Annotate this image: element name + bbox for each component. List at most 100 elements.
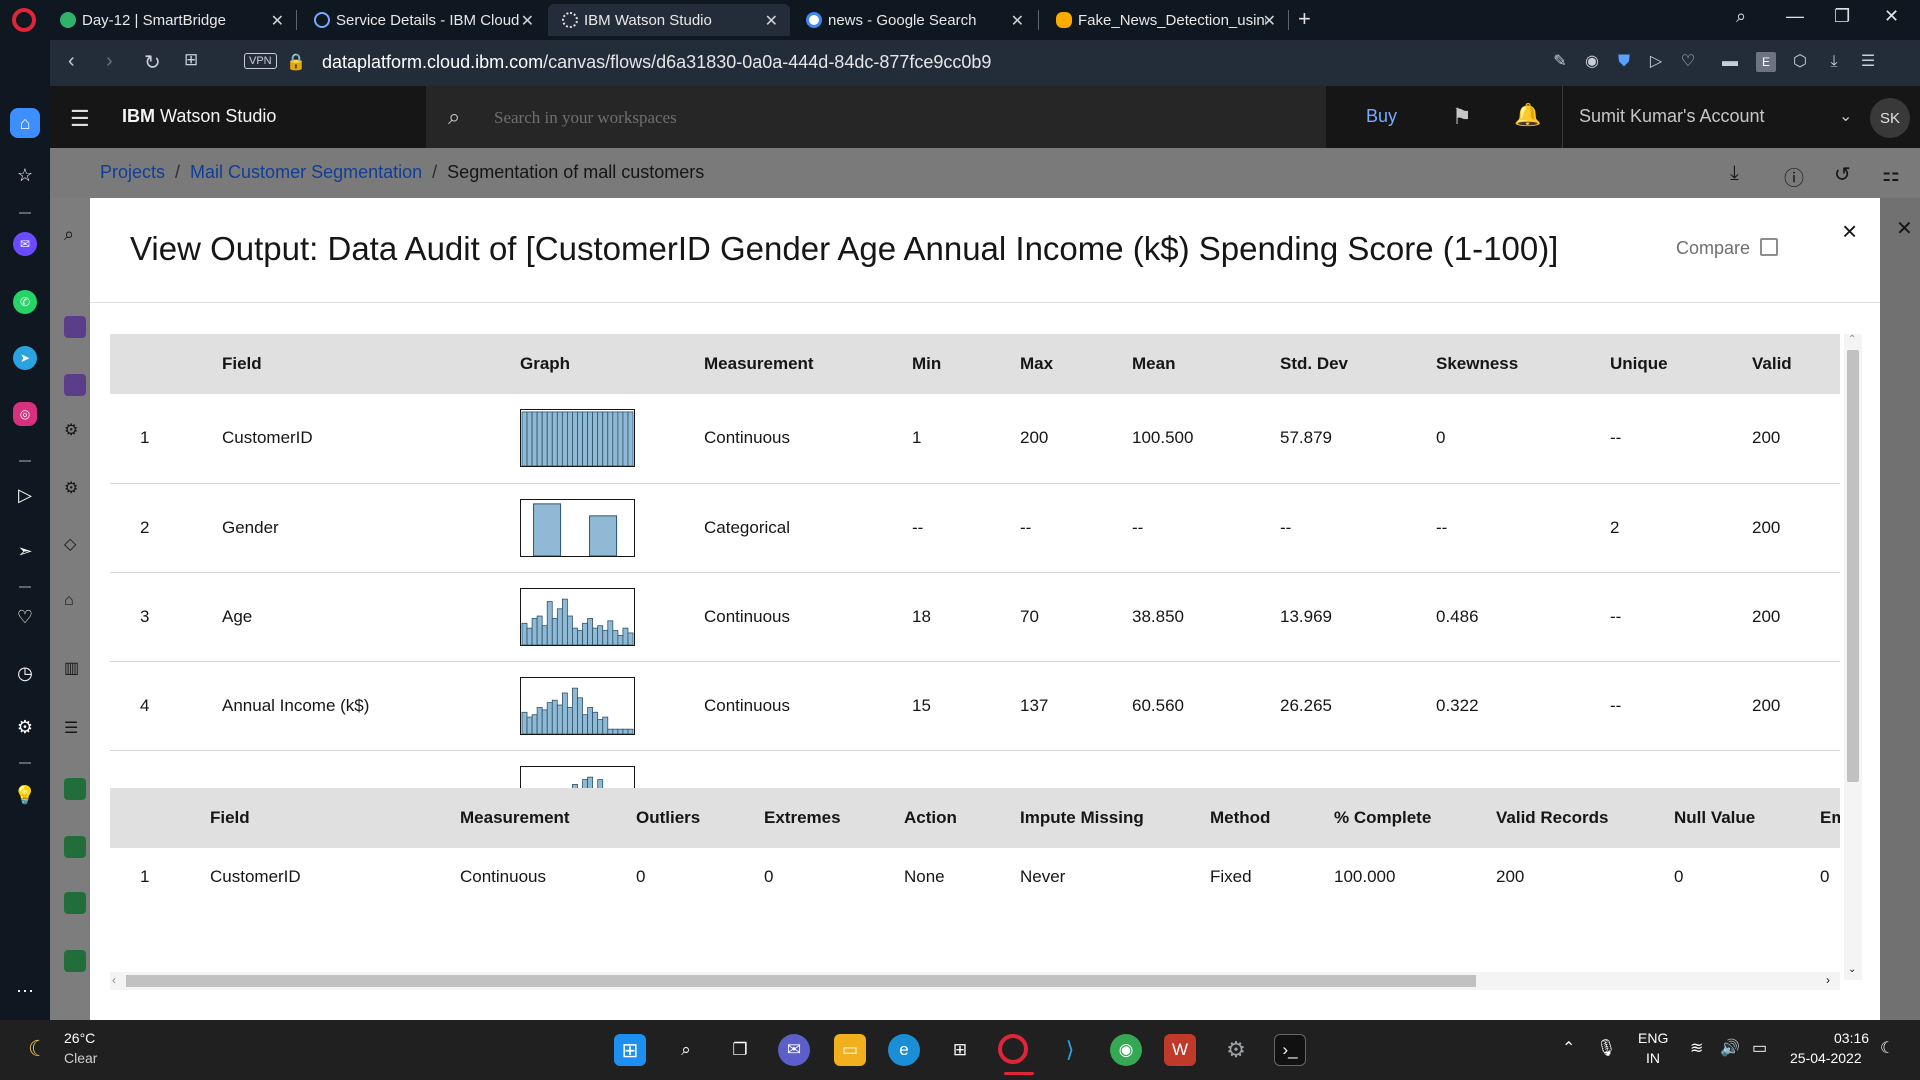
close-window-icon[interactable]: ✕ [1884, 6, 1899, 27]
distribution-histogram[interactable] [520, 587, 635, 646]
quality-method[interactable]: Fixed [1210, 848, 1334, 906]
modal-close-button[interactable]: × [1842, 216, 1857, 247]
tab-ibm-cloud[interactable]: Service Details - IBM Cloud ✕ [300, 4, 546, 36]
horizontal-scroll-thumb[interactable] [126, 975, 1476, 987]
distribution-histogram[interactable] [520, 676, 635, 735]
info-icon[interactable]: ⓘ [1784, 162, 1804, 191]
vertical-scrollbar[interactable]: ⌃ ⌄ [1844, 334, 1862, 980]
settings-gear-icon[interactable]: ⚙ [1220, 1034, 1252, 1066]
lock-icon[interactable]: 🔒 [286, 52, 306, 72]
close-tab-icon[interactable]: ✕ [1011, 11, 1024, 31]
url-field[interactable]: dataplatform.cloud.ibm.com/canvas/flows/… [322, 52, 991, 73]
messenger-icon[interactable]: ✉ [13, 232, 37, 256]
heart-icon[interactable]: ♡ [1678, 52, 1698, 72]
node-icon[interactable] [64, 316, 86, 338]
opera-logo-icon[interactable] [12, 8, 36, 32]
moon-weather-icon[interactable]: ☾ [28, 1036, 48, 1062]
input-region[interactable]: IN [1646, 1050, 1660, 1066]
reload-icon[interactable]: ↻ [144, 50, 161, 75]
back-arrow-icon[interactable]: ‹ [68, 50, 75, 73]
table-icon[interactable]: ☰ [64, 718, 86, 740]
distribution-histogram[interactable] [520, 498, 635, 557]
forward-arrow-icon[interactable]: › [106, 50, 113, 73]
microphone-icon[interactable]: 🎙 [1596, 1038, 1616, 1058]
tray-chevron-up-icon[interactable]: ⌃ [1562, 1038, 1575, 1058]
history-icon[interactable]: ↺ [1834, 162, 1851, 187]
clock-date[interactable]: 25-04-2022 [1790, 1050, 1862, 1066]
volume-icon[interactable]: 🔊 [1720, 1038, 1740, 1058]
gear-icon[interactable]: ⚙ [64, 420, 86, 442]
send-icon[interactable]: ▷ [1646, 52, 1666, 72]
brand-name[interactable]: IBM Watson Studio [122, 106, 276, 127]
bookmarks-heart-icon[interactable]: ♡ [10, 602, 40, 632]
edge-icon[interactable]: e [888, 1034, 920, 1066]
scroll-up-icon[interactable]: ⌃ [1848, 334, 1856, 345]
search-icon[interactable]: ⌕ [670, 1034, 702, 1066]
file-explorer-icon[interactable]: ▭ [834, 1034, 866, 1066]
settings-gear-icon[interactable]: ⚙ [10, 712, 40, 742]
speed-dial-icon[interactable]: ⊞ [184, 50, 198, 70]
node-icon[interactable] [64, 778, 86, 800]
tab-search-icon[interactable]: ⌕ [1736, 6, 1746, 27]
camera-icon[interactable]: ◉ [1582, 52, 1602, 72]
audit-row[interactable]: 1 CustomerID Continuous 1 200 100.500 57.879 0-… [110, 394, 1840, 484]
breadcrumb-project[interactable]: Mail Customer Segmentation [190, 162, 422, 182]
close-tab-icon[interactable]: ✕ [1263, 11, 1276, 31]
audit-row[interactable]: 3 Age Continuous 18 70 38.850 13.969 0.486 -- 200 [110, 572, 1840, 662]
scroll-left-icon[interactable]: ‹ [112, 973, 116, 987]
more-dots-icon[interactable]: ⋯ [10, 976, 40, 1006]
download-icon[interactable]: ⤓ [1730, 162, 1739, 185]
easy-setup-icon[interactable]: ☰ [1858, 52, 1878, 72]
instagram-icon[interactable]: ◎ [13, 402, 37, 426]
shield-icon[interactable]: ⛊ [1614, 52, 1634, 72]
node-icon[interactable] [64, 374, 86, 396]
flow-icon[interactable]: ➣ [10, 536, 40, 566]
scroll-down-icon[interactable]: ⌄ [1848, 964, 1856, 975]
minimize-icon[interactable]: — [1786, 6, 1804, 27]
windows-start-icon[interactable]: ⊞ [614, 1034, 646, 1066]
palette-search-icon[interactable]: ⌕ [64, 224, 86, 246]
notification-moon-icon[interactable]: ☾ [1880, 1038, 1894, 1058]
input-language[interactable]: ENG [1638, 1030, 1668, 1046]
vpn-badge[interactable]: VPN [244, 53, 277, 69]
telegram-icon[interactable]: ➤ [13, 346, 37, 370]
star-icon[interactable]: ☆ [10, 160, 40, 190]
vertical-scroll-thumb[interactable] [1847, 350, 1859, 782]
panel-close-icon[interactable]: ✕ [1896, 216, 1913, 241]
battery-icon[interactable]: ▭ [1752, 1038, 1767, 1058]
wifi-icon[interactable]: ≋ [1690, 1038, 1703, 1058]
quality-impute[interactable]: Never [1020, 848, 1210, 906]
diamond-icon[interactable]: ◇ [64, 534, 86, 556]
apps-grid-icon[interactable]: ⚏ [1882, 162, 1900, 187]
node-icon[interactable] [64, 836, 86, 858]
home-icon[interactable]: ⌂ [10, 108, 40, 138]
tab-watson-studio[interactable]: IBM Watson Studio ✕ [548, 4, 790, 36]
snapshot-edit-icon[interactable]: ✎ [1550, 52, 1570, 72]
lightbulb-icon[interactable]: 💡 [10, 780, 40, 810]
cube-icon[interactable]: ⬡ [1790, 52, 1810, 72]
audit-row[interactable]: 2 Gender Categorical -- -- -- -- -- 2 200 [110, 483, 1840, 573]
scroll-right-icon[interactable]: › [1826, 973, 1830, 987]
player-icon[interactable]: ▷ [10, 480, 40, 510]
compare-button[interactable]: Compare [1676, 238, 1750, 259]
restore-icon[interactable]: ❐ [1834, 6, 1850, 27]
notification-bell-icon[interactable]: 🔔 [1514, 102, 1541, 128]
tag-icon[interactable]: ⌂ [64, 592, 86, 614]
avatar[interactable]: SK [1870, 98, 1910, 138]
close-tab-icon[interactable]: ✕ [765, 11, 778, 31]
tab-smartbridge[interactable]: Day-12 | SmartBridge ✕ [46, 4, 296, 36]
clock-time[interactable]: 03:16 [1834, 1030, 1869, 1046]
tab-colab[interactable]: Fake_News_Detection_using ✕ [1042, 4, 1288, 36]
buy-link[interactable]: Buy [1366, 106, 1397, 127]
account-switcher[interactable]: Sumit Kumar's Account ⌄ [1562, 86, 1890, 148]
close-tab-icon[interactable]: ✕ [521, 11, 534, 31]
breadcrumb-projects[interactable]: Projects [100, 162, 165, 182]
new-tab-plus-icon[interactable]: + [1298, 6, 1311, 32]
signpost-icon[interactable]: ⚑ [1452, 104, 1472, 130]
extension-e-icon[interactable]: E [1756, 52, 1776, 72]
quality-row[interactable]: 1 CustomerID Continuous 0 0 None Never Fixed 100… [110, 848, 1840, 906]
audit-row[interactable]: 4 Annual Income (k$) Continuous 15 137 60.560… [110, 661, 1840, 751]
wallet-icon[interactable]: ▬ [1720, 52, 1740, 72]
terminal-icon[interactable]: ›_ [1274, 1034, 1306, 1066]
chart-icon[interactable]: ▥ [64, 658, 86, 680]
